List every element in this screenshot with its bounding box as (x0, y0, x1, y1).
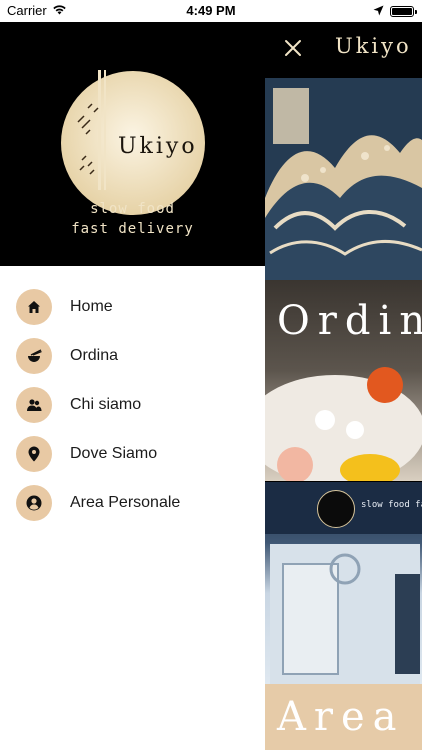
status-bar: Carrier 4:49 PM (0, 0, 422, 22)
menu-item-label: Ordina (70, 346, 119, 364)
battery-icon (390, 6, 417, 17)
user-circle-icon (16, 484, 52, 521)
tile-area-label: Area (277, 694, 405, 740)
menu-item-chi-siamo[interactable]: Chi siamo (0, 380, 265, 429)
drawer-menu: Home Ordina Chi siamo Dove Siamo Area Pe… (0, 266, 265, 527)
tagline-line-1: slow food (90, 201, 175, 217)
tagline-line-2: fast delivery (71, 221, 194, 237)
menu-item-area-personale[interactable]: Area Personale (0, 478, 265, 527)
wave-artwork-image (265, 78, 422, 280)
location-arrow-icon (373, 4, 384, 19)
menu-item-home[interactable]: Home (0, 282, 265, 331)
shop-window-image (270, 544, 420, 684)
status-icons (373, 4, 417, 19)
bowl-chopsticks-icon (16, 337, 52, 374)
people-icon (16, 386, 52, 423)
shop-sign-logo (317, 490, 355, 528)
tile-shop-front[interactable]: slow food fast delivery (265, 482, 422, 684)
home-icon (16, 288, 52, 325)
tile-area[interactable]: Area (265, 684, 422, 750)
header-logo-text: Ukiyo (335, 34, 412, 58)
tile-ordina-label: Ordina (277, 298, 422, 344)
close-icon[interactable] (281, 36, 305, 60)
menu-item-label: Area Personale (70, 493, 181, 511)
main-content: Ukiyo Ordina slow food fa (265, 22, 422, 750)
menu-item-label: Home (70, 297, 113, 315)
menu-item-label: Chi siamo (70, 395, 142, 413)
side-drawer: Ukiyo slow food fast delivery Home Ordin… (0, 22, 265, 750)
shop-sign: slow food fast delivery (265, 482, 422, 534)
shop-sign-text: slow food fast delivery (361, 500, 422, 510)
menu-item-ordina[interactable]: Ordina (0, 331, 265, 380)
status-time: 4:49 PM (186, 3, 236, 18)
logo-text: Ukiyo (118, 134, 198, 159)
map-pin-icon (16, 435, 52, 472)
menu-item-label: Dove Siamo (70, 444, 158, 462)
main-header: Ukiyo (265, 22, 422, 78)
menu-item-dove-siamo[interactable]: Dove Siamo (0, 429, 265, 478)
logo-tagline: slow food fast delivery (0, 199, 265, 239)
drawer-header: Ukiyo slow food fast delivery (0, 22, 265, 266)
tile-ordina[interactable]: Ordina (265, 280, 422, 481)
tile-wave-artwork[interactable] (265, 78, 422, 280)
